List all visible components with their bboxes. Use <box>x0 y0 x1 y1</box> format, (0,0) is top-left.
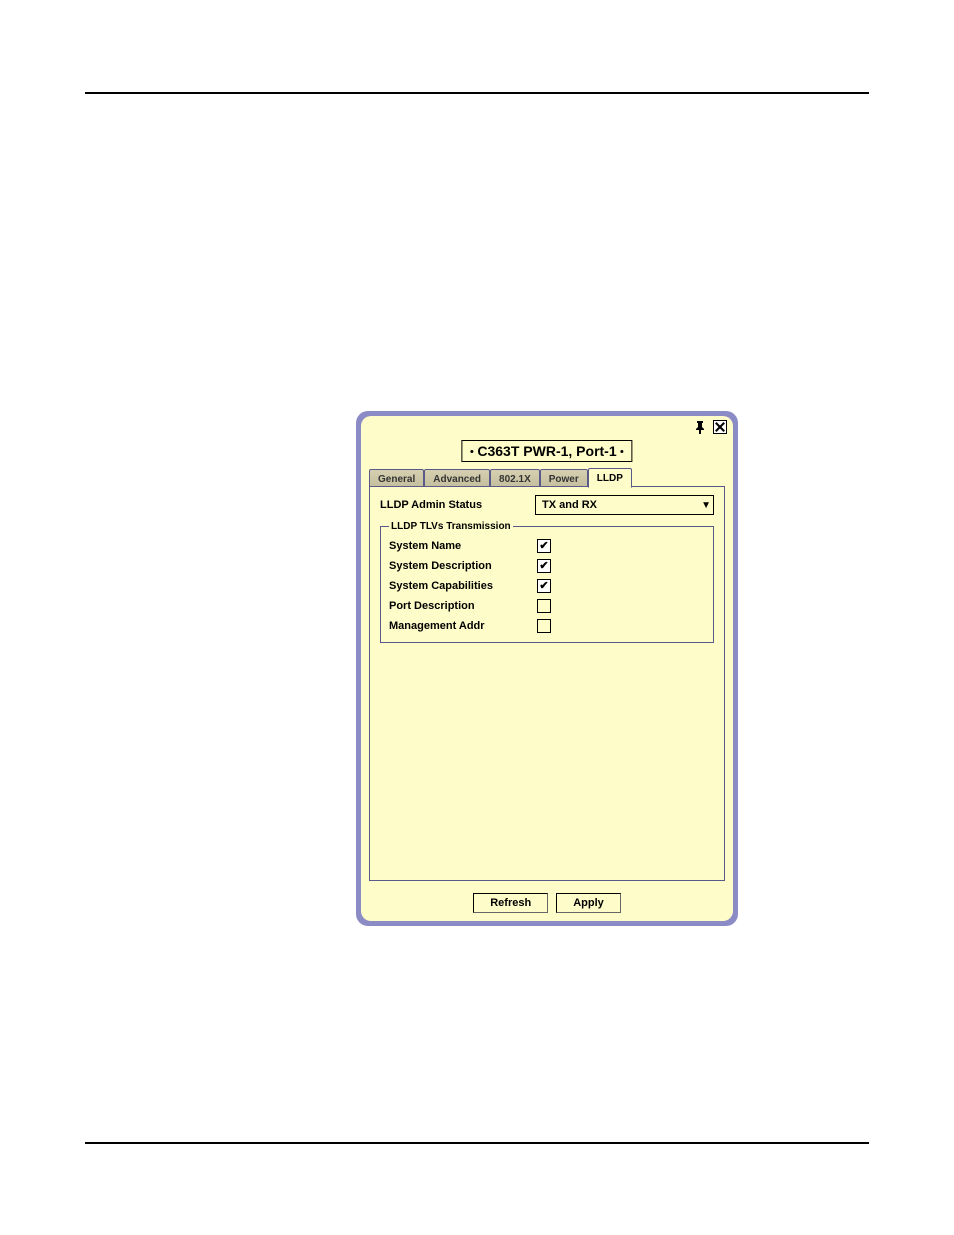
tab-general[interactable]: General <box>369 469 424 487</box>
row-lldp-admin-status: LLDP Admin Status TX and RX ▼ <box>380 495 714 515</box>
label-port-description: Port Description <box>389 600 537 612</box>
window-title-text: C363T PWR-1, Port-1 <box>477 443 616 459</box>
fieldset-legend: LLDP TLVs Transmission <box>389 521 513 532</box>
row-port-description: Port Description <box>389 596 705 616</box>
dialog-frame: C363T PWR-1, Port-1 General Advanced 802… <box>356 411 738 926</box>
refresh-button[interactable]: Refresh <box>473 893 548 913</box>
window-title: C363T PWR-1, Port-1 <box>461 440 632 462</box>
checkbox-system-description[interactable]: ✔ <box>537 559 551 573</box>
checkbox-system-name[interactable]: ✔ <box>537 539 551 553</box>
dropdown-lldp-admin-status[interactable]: TX and RX ▼ <box>535 495 714 515</box>
chevron-down-icon: ▼ <box>701 500 711 511</box>
label-system-capabilities: System Capabilities <box>389 580 537 592</box>
checkbox-management-addr[interactable] <box>537 619 551 633</box>
fieldset-lldp-tlvs: LLDP TLVs Transmission System Name ✔ Sys… <box>380 521 714 643</box>
button-bar: Refresh Apply <box>361 893 733 913</box>
title-bullet-left <box>470 450 473 453</box>
tab-content: LLDP Admin Status TX and RX ▼ LLDP TLVs … <box>369 486 725 881</box>
dropdown-value: TX and RX <box>542 499 597 511</box>
titlebar-icons <box>693 420 727 434</box>
label-lldp-admin-status: LLDP Admin Status <box>380 499 535 511</box>
tab-bar: General Advanced 802.1X Power LLDP <box>369 468 632 487</box>
row-management-addr: Management Addr <box>389 616 705 636</box>
label-system-name: System Name <box>389 540 537 552</box>
tab-power[interactable]: Power <box>540 469 588 487</box>
row-system-description: System Description ✔ <box>389 556 705 576</box>
tab-lldp[interactable]: LLDP <box>588 468 632 488</box>
tab-advanced[interactable]: Advanced <box>424 469 490 487</box>
checkbox-port-description[interactable] <box>537 599 551 613</box>
label-management-addr: Management Addr <box>389 620 537 632</box>
close-icon[interactable] <box>713 420 727 434</box>
label-system-description: System Description <box>389 560 537 572</box>
row-system-name: System Name ✔ <box>389 536 705 556</box>
dialog-panel: C363T PWR-1, Port-1 General Advanced 802… <box>361 416 733 921</box>
apply-button[interactable]: Apply <box>556 893 621 913</box>
bottom-horizontal-rule <box>85 1142 869 1144</box>
top-horizontal-rule <box>85 92 869 94</box>
pushpin-icon[interactable] <box>693 420 707 434</box>
tab-8021x[interactable]: 802.1X <box>490 469 540 487</box>
checkbox-system-capabilities[interactable]: ✔ <box>537 579 551 593</box>
row-system-capabilities: System Capabilities ✔ <box>389 576 705 596</box>
title-bullet-right <box>621 450 624 453</box>
